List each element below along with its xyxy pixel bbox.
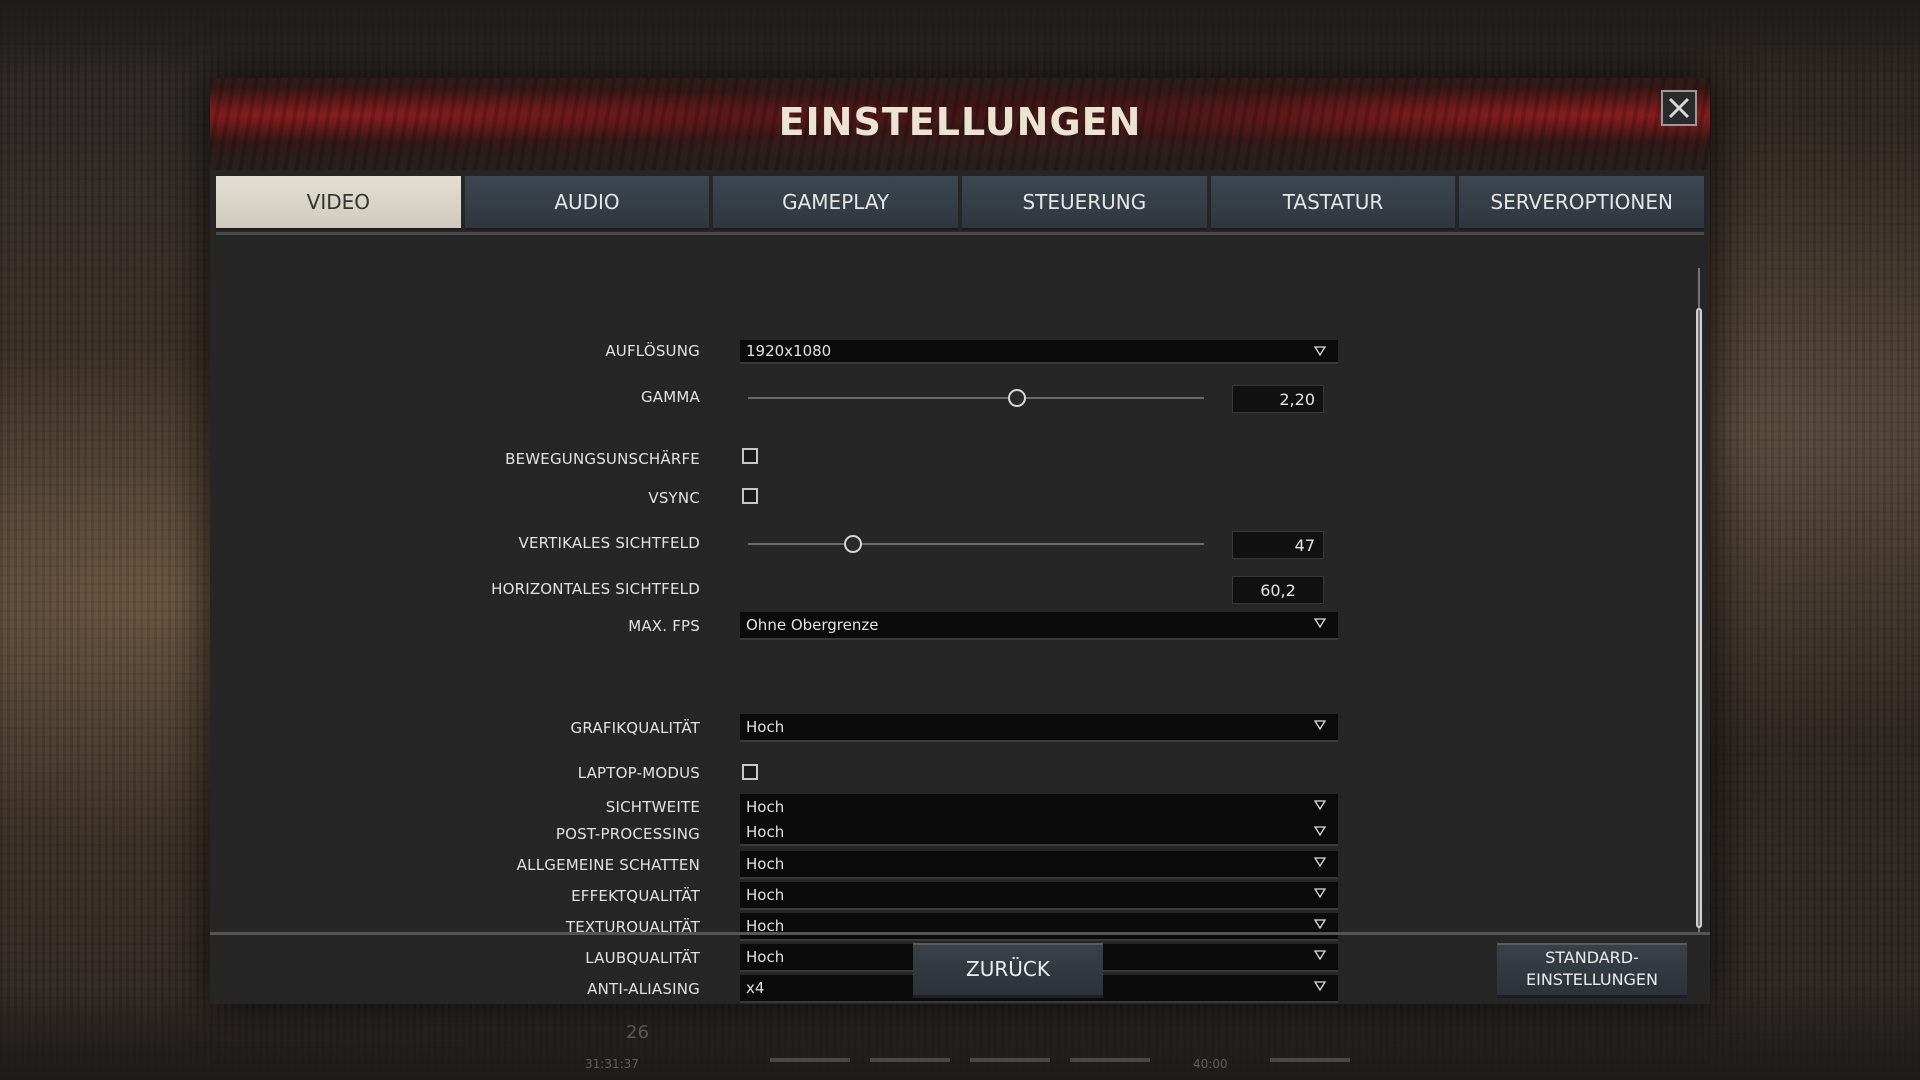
dialog-title: EINSTELLUNGEN	[778, 100, 1142, 144]
tab-audio[interactable]: AUDIO	[464, 176, 710, 230]
label-effektqualitaet: EFFEKTQUALITÄT	[571, 887, 700, 905]
hud-hotbar-slot	[770, 1058, 850, 1062]
slider-thumb[interactable]	[843, 535, 862, 553]
dropdown-allgemeine-schatten-value: Hoch	[746, 855, 785, 873]
tab-tastatur[interactable]: TASTATUR	[1210, 176, 1456, 230]
close-button[interactable]	[1661, 90, 1697, 126]
label-anti-aliasing: ANTI-ALIASING	[587, 980, 700, 998]
dropdown-post-processing-value: Hoch	[746, 823, 785, 841]
label-allgemeine-schatten: ALLGEMEINE SCHATTEN	[516, 856, 700, 874]
triangle-down-icon	[1313, 978, 1327, 992]
tab-serveroptionen[interactable]: SERVEROPTIONEN	[1459, 176, 1705, 230]
tab-divider	[216, 232, 1704, 235]
tab-bar: VIDEO AUDIO GAMEPLAY STEUERUNG TASTATUR …	[216, 176, 1705, 230]
triangle-down-icon	[1313, 885, 1327, 899]
reset-defaults-button[interactable]: STANDARD- EINSTELLUNGEN	[1497, 943, 1687, 998]
triangle-down-icon	[1313, 916, 1327, 930]
triangle-down-icon	[1313, 343, 1327, 357]
dropdown-aufloesung[interactable]: 1920x1080	[740, 340, 1338, 364]
label-horizontales-sichtfeld: HORIZONTALES SICHTFELD	[491, 580, 700, 598]
label-laubqualitaet: LAUBQUALITÄT	[585, 949, 700, 967]
settings-scrollbar[interactable]	[1696, 268, 1702, 934]
video-settings-panel: AUFLÖSUNG 1920x1080 GAMMA 2,20 BEWEGUNGS…	[210, 264, 1710, 1004]
dropdown-effektqualitaet[interactable]: Hoch	[740, 882, 1338, 910]
triangle-down-icon	[1313, 717, 1327, 731]
dropdown-grafikqualitaet-value: Hoch	[746, 718, 785, 736]
hud-hotbar-slot	[1270, 1058, 1350, 1062]
slider-track	[748, 543, 1204, 545]
label-post-processing: POST-PROCESSING	[555, 825, 700, 843]
hud-hotbar-slot	[870, 1058, 950, 1062]
triangle-down-icon	[1313, 854, 1327, 868]
dropdown-allgemeine-schatten[interactable]: Hoch	[740, 851, 1338, 879]
dropdown-post-processing[interactable]: Hoch	[740, 820, 1338, 846]
checkbox-bewegungsunschaerfe[interactable]	[742, 448, 758, 464]
vertikales-sichtfeld-value-field[interactable]: 47	[1232, 531, 1324, 559]
slider-gamma[interactable]	[748, 388, 1204, 408]
hud-level: 26	[626, 1022, 649, 1043]
triangle-down-icon	[1313, 947, 1327, 961]
slider-thumb[interactable]	[1008, 389, 1027, 407]
tab-steuerung[interactable]: STEUERUNG	[962, 176, 1207, 230]
dropdown-sichtweite[interactable]: Hoch	[740, 794, 1338, 822]
settings-dialog: EINSTELLUNGEN VIDEO AUDIO GAMEPLAY STEUE…	[210, 78, 1710, 1004]
checkbox-vsync[interactable]	[742, 488, 758, 504]
slider-track	[748, 397, 1204, 399]
dropdown-texturqualitaet[interactable]: Hoch	[740, 913, 1338, 941]
close-icon	[1668, 97, 1690, 119]
label-aufloesung: AUFLÖSUNG	[605, 342, 700, 360]
hud-hotbar-slot	[970, 1058, 1050, 1062]
label-vertikales-sichtfeld: VERTIKALES SICHTFELD	[518, 534, 700, 552]
label-vsync: VSYNC	[648, 489, 700, 507]
triangle-down-icon	[1313, 615, 1327, 629]
label-sichtweite: SICHTWEITE	[605, 798, 700, 816]
dropdown-max-fps[interactable]: Ohne Obergrenze	[740, 612, 1338, 640]
label-bewegungsunschaerfe: BEWEGUNGSUNSCHÄRFE	[505, 450, 700, 468]
horizontales-sichtfeld-value: 60,2	[1232, 576, 1324, 604]
dropdown-effektqualitaet-value: Hoch	[746, 886, 785, 904]
label-gamma: GAMMA	[640, 388, 700, 406]
label-grafikqualitaet: GRAFIKQUALITÄT	[570, 719, 700, 737]
reset-defaults-label-line2: EINSTELLUNGEN	[1525, 970, 1659, 989]
footer-divider	[210, 932, 1710, 935]
triangle-down-icon	[1313, 797, 1327, 811]
hud-time-right: 40:00	[1193, 1057, 1228, 1071]
reset-defaults-label-line1: STANDARD-	[1545, 948, 1639, 967]
hud-time-left: 31:31:37	[585, 1057, 639, 1071]
hud-hotbar-slot	[1070, 1058, 1150, 1062]
background-top-shade	[0, 0, 1920, 80]
label-laptop-modus: LAPTOP-MODUS	[577, 764, 700, 782]
gamma-value-field[interactable]: 2,20	[1232, 385, 1324, 413]
dropdown-sichtweite-value: Hoch	[746, 798, 785, 816]
checkbox-laptop-modus[interactable]	[742, 764, 758, 780]
triangle-down-icon	[1313, 823, 1327, 837]
tab-gameplay[interactable]: GAMEPLAY	[713, 176, 959, 230]
dropdown-grafikqualitaet[interactable]: Hoch	[740, 714, 1338, 742]
dropdown-aufloesung-value: 1920x1080	[746, 342, 832, 360]
tab-video[interactable]: VIDEO	[216, 176, 461, 230]
label-max-fps: MAX. FPS	[628, 617, 700, 635]
back-button[interactable]: ZURÜCK	[913, 943, 1103, 998]
dropdown-max-fps-value: Ohne Obergrenze	[746, 616, 879, 634]
slider-vertikales-sichtfeld[interactable]	[748, 534, 1204, 554]
dropdown-anti-aliasing-value: x4	[746, 979, 765, 997]
scrollbar-thumb[interactable]	[1696, 308, 1702, 928]
dropdown-laubqualitaet-value: Hoch	[746, 948, 785, 966]
dialog-header: EINSTELLUNGEN	[210, 78, 1710, 170]
